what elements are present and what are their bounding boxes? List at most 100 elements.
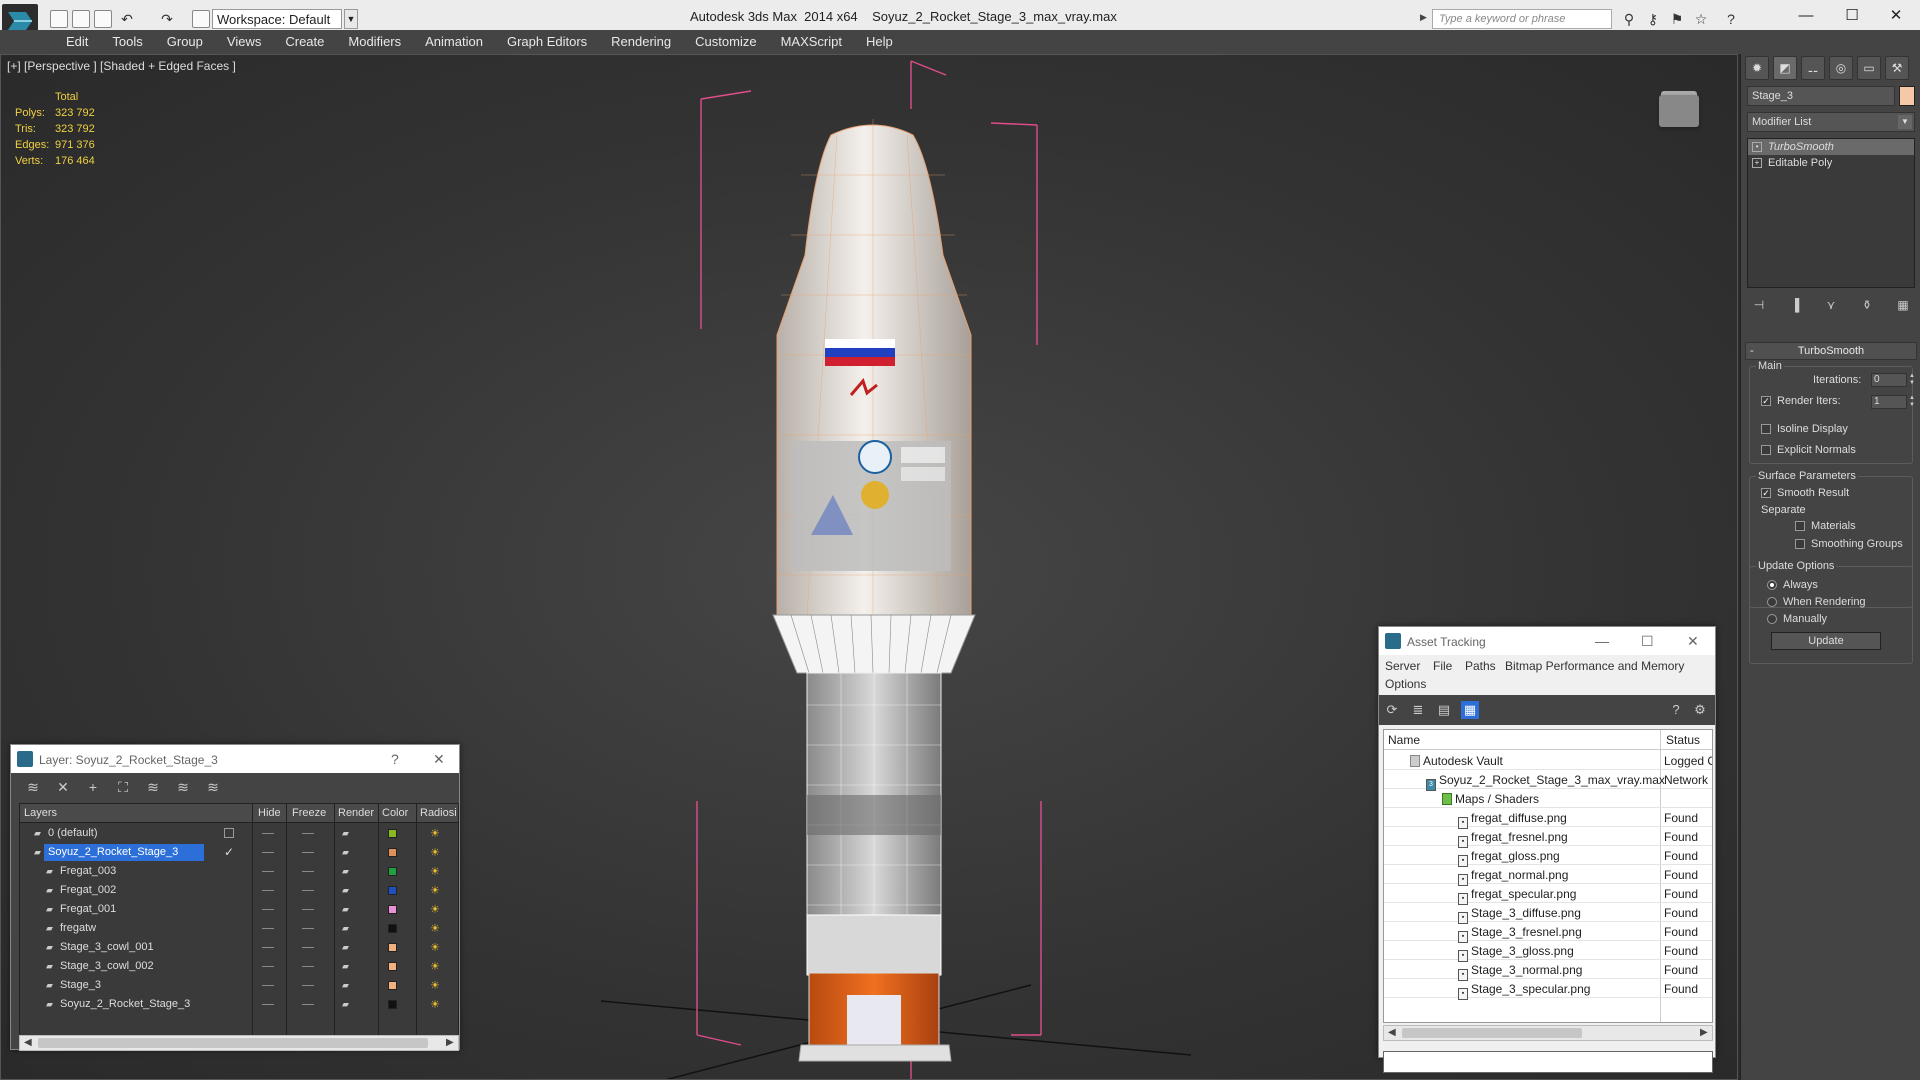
iterations-spinner[interactable]: 0 [1871, 373, 1907, 387]
update-always-radio[interactable] [1767, 580, 1777, 590]
layer-color-swatch[interactable] [388, 848, 397, 857]
minimize-button[interactable]: — [1595, 633, 1609, 649]
layer-name[interactable]: Stage_3 [56, 977, 216, 994]
update-button[interactable]: Update [1771, 632, 1881, 650]
layer-row[interactable]: ▰ Stage_3_cowl_001 ▰ ☀ [20, 938, 458, 957]
turbosmooth-rollout-header[interactable]: - TurboSmooth [1745, 342, 1917, 360]
menu-animation[interactable]: Animation [413, 30, 495, 54]
key-icon[interactable]: ⚷ [1644, 10, 1662, 28]
asset-row[interactable]: ▪ fregat_gloss.png Found [1384, 846, 1712, 867]
layer-name[interactable]: Stage_3_cowl_002 [56, 958, 216, 975]
menu-group[interactable]: Group [155, 30, 215, 54]
pin-stack-icon[interactable]: ⊣ [1747, 294, 1771, 316]
layer-color-swatch[interactable] [388, 867, 397, 876]
layer-row[interactable]: ▰ Stage_3_cowl_002 ▰ ☀ [20, 957, 458, 976]
redo-icon[interactable]: ↷ [158, 10, 176, 28]
modifier-list-dropdown[interactable]: Modifier List ▼ [1747, 112, 1915, 132]
spinner-arrows-icon[interactable]: ▲ ▼ [1909, 395, 1917, 409]
scroll-thumb[interactable] [1402, 1028, 1582, 1038]
column-name[interactable]: Name [1388, 733, 1420, 747]
layer-row[interactable]: ▰ Fregat_003 ▰ ☀ [20, 862, 458, 881]
object-color-swatch[interactable] [1899, 86, 1915, 106]
hide-toggle[interactable] [262, 947, 274, 948]
isoline-display-checkbox[interactable] [1761, 424, 1771, 434]
render-iters-checkbox[interactable]: ✓ [1761, 396, 1771, 406]
column-layers[interactable]: Layers [24, 807, 57, 819]
asset-row[interactable]: ▪ Stage_3_normal.png Found [1384, 960, 1712, 981]
hide-toggle[interactable] [262, 928, 274, 929]
radiosity-sun-icon[interactable]: ☀ [430, 960, 444, 974]
hide-toggle[interactable] [262, 966, 274, 967]
menu-views[interactable]: Views [215, 30, 273, 54]
favorites-star-icon[interactable]: ☆ [1692, 10, 1710, 28]
column-radiosity[interactable]: Radiosi [420, 807, 457, 819]
asset-row[interactable]: ▪ Stage_3_diffuse.png Found [1384, 903, 1712, 924]
spinner-arrows-icon[interactable]: ▲ ▼ [1909, 373, 1917, 387]
help-icon[interactable]: ? [1722, 10, 1740, 28]
update-when-rendering-radio[interactable] [1767, 597, 1777, 607]
layer-name[interactable]: Soyuz_2_Rocket_Stage_3 [44, 844, 204, 861]
binoculars-icon[interactable]: ⚲ [1620, 10, 1638, 28]
menu-maxscript[interactable]: MAXScript [769, 30, 854, 54]
render-teapot-icon[interactable]: ▰ [342, 962, 352, 971]
render-teapot-icon[interactable]: ▰ [342, 943, 352, 952]
freeze-toggle[interactable] [302, 966, 314, 967]
create-tab-icon[interactable]: ✹ [1745, 56, 1769, 80]
freeze-toggle[interactable] [302, 928, 314, 929]
asset-row[interactable]: Autodesk Vault Logged Out [1384, 751, 1712, 770]
freeze-toggle[interactable] [302, 985, 314, 986]
lightbulb-icon[interactable]: • [1752, 142, 1762, 152]
stack-item-turbosmooth[interactable]: • TurboSmooth [1748, 139, 1914, 155]
thumbnail-view-icon[interactable]: ▤ [1435, 701, 1453, 719]
layer-row[interactable]: ▰ Soyuz_2_Rocket_Stage_3 ▰ ☀ [20, 843, 458, 862]
layer-name[interactable]: Stage_3_cowl_001 [56, 939, 216, 956]
search-expand-icon[interactable]: ▶ [1420, 12, 1427, 23]
help-button[interactable]: ? [391, 751, 399, 767]
hierarchy-tab-icon[interactable]: ⚋ [1801, 56, 1825, 80]
show-end-result-icon[interactable]: ▐ [1783, 294, 1807, 316]
hide-toggle[interactable] [262, 985, 274, 986]
new-file-icon[interactable] [50, 10, 68, 28]
asset-path-field[interactable] [1383, 1051, 1713, 1073]
radiosity-sun-icon[interactable]: ☀ [430, 979, 444, 993]
asset-row[interactable]: ▪ fregat_diffuse.png Found [1384, 808, 1712, 829]
column-color[interactable]: Color [382, 807, 408, 819]
hide-toggle[interactable] [262, 1004, 274, 1005]
highlight-layer-icon[interactable]: ≋ [143, 777, 163, 797]
radiosity-sun-icon[interactable]: ☀ [430, 827, 444, 841]
menu-help[interactable]: Help [854, 30, 905, 54]
select-in-layer-icon[interactable]: ⛶ [113, 777, 133, 797]
stack-item-editable-poly[interactable]: + Editable Poly [1748, 155, 1914, 171]
menu-paths[interactable]: Paths [1465, 659, 1496, 673]
layer-row[interactable]: ▰ Stage_3 ▰ ☀ [20, 976, 458, 995]
menu-edit[interactable]: Edit [54, 30, 100, 54]
column-status[interactable]: Status [1666, 733, 1700, 747]
update-manually-radio[interactable] [1767, 614, 1777, 624]
scroll-right-icon[interactable]: ▶ [446, 1036, 454, 1050]
layer-dialog-titlebar[interactable]: Layer: Soyuz_2_Rocket_Stage_3 ? ✕ [11, 745, 459, 773]
layer-color-swatch[interactable] [388, 829, 397, 838]
asset-row[interactable]: 3 Soyuz_2_Rocket_Stage_3_max_vray.max Netw… [1384, 770, 1712, 791]
create-layer-icon[interactable]: ≋ [23, 777, 43, 797]
table-view-icon[interactable]: ▦ [1461, 701, 1479, 719]
delete-layer-icon[interactable]: ✕ [53, 777, 73, 797]
menu-options[interactable]: Options [1385, 677, 1426, 691]
freeze-toggle[interactable] [302, 947, 314, 948]
modify-tab-icon[interactable]: ◩ [1773, 56, 1797, 80]
layer-color-swatch[interactable] [388, 905, 397, 914]
settings-help-icon[interactable]: ⚙ [1691, 701, 1709, 719]
layer-row[interactable]: ▰ Soyuz_2_Rocket_Stage_3 ▰ ☀ [20, 995, 458, 1014]
materials-checkbox[interactable] [1795, 521, 1805, 531]
menu-bitmap-performance[interactable]: Bitmap Performance and Memory [1505, 659, 1684, 673]
radiosity-sun-icon[interactable]: ☀ [430, 998, 444, 1012]
object-name-field[interactable]: Stage_3 [1747, 86, 1895, 106]
layer-color-swatch[interactable] [388, 924, 397, 933]
layer-name[interactable]: Fregat_002 [56, 882, 216, 899]
menu-server[interactable]: Server [1385, 659, 1420, 673]
display-tab-icon[interactable]: ▭ [1857, 56, 1881, 80]
layer-horizontal-scrollbar[interactable]: ◀ ▶ [19, 1035, 459, 1051]
radiosity-sun-icon[interactable]: ☀ [430, 846, 444, 860]
render-teapot-icon[interactable]: ▰ [342, 905, 352, 914]
layer-row[interactable]: ▰ 0 (default) ▰ ☀ [20, 824, 458, 843]
render-teapot-icon[interactable]: ▰ [342, 867, 352, 876]
